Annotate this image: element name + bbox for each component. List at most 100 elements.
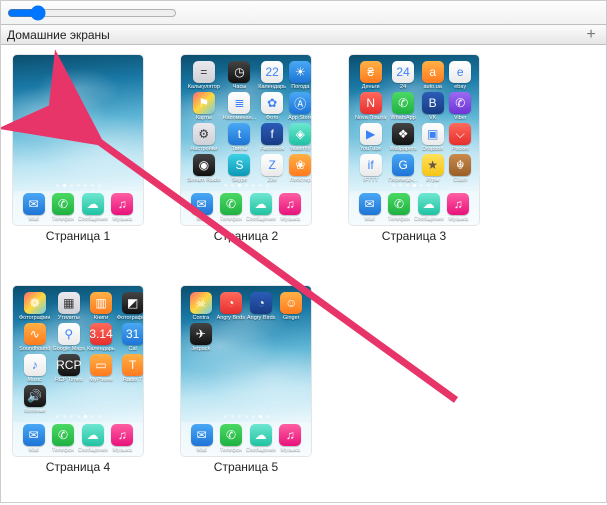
app-label: Игры <box>420 177 446 183</box>
app-icon[interactable]: ВVK <box>420 92 446 121</box>
app-icon-glyph: a <box>422 61 444 83</box>
app-icon-glyph: S <box>228 154 250 176</box>
app-icon-glyph: 3.14 <box>90 323 112 345</box>
add-page-button[interactable]: + <box>582 26 600 44</box>
zoom-slider[interactable] <box>7 5 177 21</box>
phone-screen: ₴Деньги2424aauto.uaeebay NNova Пошта✆What… <box>349 55 479 225</box>
app-icon[interactable]: ♫Музыка <box>279 193 301 222</box>
app-icon[interactable]: ◷Часы <box>223 61 257 90</box>
app-icon[interactable]: ✉Mail <box>23 193 45 222</box>
app-label: Jetpack <box>187 346 215 352</box>
app-icon[interactable]: ☀Погода <box>288 61 311 90</box>
app-icon[interactable]: ◉Stream Radio <box>187 154 221 183</box>
page-item[interactable]: ₴Деньги2424aauto.uaeebay NNova Пошта✆What… <box>349 55 479 262</box>
page-item[interactable]: =Калькулятор◷Часы22Календарь☀Погода ⚑Карт… <box>181 55 311 262</box>
app-icon[interactable]: ▶YouTube <box>355 123 386 152</box>
app-label: ebay <box>447 84 473 90</box>
app-icon[interactable]: eebay <box>447 61 473 90</box>
app-icon[interactable]: 2424 <box>388 61 418 90</box>
app-icon[interactable]: 22Календарь <box>258 61 286 90</box>
app-label: Сообщения <box>78 447 108 453</box>
app-icon[interactable]: ✆WhatsApp <box>388 92 418 121</box>
app-icon[interactable]: ✉Mail <box>191 193 213 222</box>
app-icon[interactable]: ◔Angry Birds <box>247 292 275 321</box>
app-icon[interactable]: ✆Телефон <box>52 193 75 222</box>
dock: ✉Mail ✆Телефон☁Сообщения♫Музыка <box>181 422 311 456</box>
app-icon[interactable]: ♪Music <box>19 354 50 383</box>
app-icon[interactable]: ✆Телефон <box>52 424 75 453</box>
app-icon[interactable]: ☁Сообщения <box>246 424 276 453</box>
app-icon[interactable]: 🔊Колонки <box>19 385 50 414</box>
app-icon[interactable]: ☁Сообщения <box>78 424 108 453</box>
app-icon[interactable]: ⒶApp Store <box>288 92 311 121</box>
app-label: Wallpapers <box>388 146 418 152</box>
app-icon[interactable]: ☺Ginger <box>277 292 305 321</box>
app-icon[interactable]: ✉Mail <box>23 424 45 453</box>
page-label: Страница 1 <box>13 229 143 243</box>
app-icon[interactable]: ◈Waterfly <box>288 123 311 152</box>
app-icon[interactable]: ★Игры <box>420 154 446 183</box>
app-label: Nova Пошта <box>355 115 386 121</box>
app-icon[interactable]: SSkype <box>223 154 257 183</box>
app-icon[interactable]: ✆Телефон <box>220 424 243 453</box>
app-icon[interactable]: ✿Фото <box>258 92 286 121</box>
app-icon[interactable]: NNova Пошта <box>355 92 386 121</box>
app-icon[interactable]: ✆Телефон <box>220 193 243 222</box>
app-icon[interactable]: ≣Напоминан... <box>223 92 257 121</box>
page-item[interactable]: ✉Mail ✆Телефон☁Сообщения♫Музыка Страница 1 <box>13 55 143 262</box>
app-icon-glyph: G <box>392 154 414 176</box>
dock: ✉Mail ✆Телефон☁Сообщения♫Музыка <box>13 422 143 456</box>
app-label: Pocket <box>447 146 473 152</box>
app-label: Калькулятор <box>187 84 221 90</box>
app-icon[interactable]: =Калькулятор <box>187 61 221 90</box>
app-icon[interactable]: GПереводч... <box>388 154 418 183</box>
app-icon[interactable]: aauto.ua <box>420 61 446 90</box>
app-icon[interactable]: ♫Музыка <box>279 424 301 453</box>
app-icon[interactable]: ☬Clash <box>447 154 473 183</box>
app-icon[interactable]: ♫Музыка <box>111 193 133 222</box>
app-icon[interactable]: ☁Сообщения <box>78 193 108 222</box>
page-item[interactable]: ❁Фотографии▦Утилиты▥Книги◩Фотографии ∿Sou… <box>13 286 143 493</box>
app-icon[interactable]: ▭MyPhone <box>87 354 115 383</box>
app-icon[interactable]: ☁Сообщения <box>414 193 444 222</box>
app-icon[interactable]: ✈Jetpack <box>187 323 215 352</box>
app-grid: ☠Contra◔Angry Birds◔Angry Birds☺Ginger✈J… <box>187 292 305 352</box>
page-item[interactable]: ☠Contra◔Angry Birds◔Angry Birds☺Ginger✈J… <box>181 286 311 493</box>
app-icon[interactable]: ⌵Pocket <box>447 123 473 152</box>
app-icon[interactable]: ifIFTTT <box>355 154 386 183</box>
app-icon-glyph: ◷ <box>228 61 250 83</box>
app-icon[interactable]: ♫Музыка <box>447 193 469 222</box>
app-icon[interactable]: ✉Mail <box>191 424 213 453</box>
app-icon[interactable]: ZZite <box>258 154 286 183</box>
app-icon[interactable]: ⚲Google Maps <box>52 323 85 352</box>
app-icon[interactable]: ☠Contra <box>187 292 215 321</box>
app-icon[interactable]: 3.14Календарь <box>87 323 115 352</box>
app-icon[interactable]: tТвиты <box>223 123 257 152</box>
app-icon[interactable]: ❖Wallpapers <box>388 123 418 152</box>
app-icon[interactable]: ✆Телефон <box>388 193 411 222</box>
app-icon[interactable]: ▣Dropbox <box>420 123 446 152</box>
app-icon[interactable]: ❀Лобстер <box>288 154 311 183</box>
app-icon[interactable]: ⚑Карты <box>187 92 221 121</box>
app-icon[interactable]: ✆Viber <box>447 92 473 121</box>
phone-screen: ❁Фотографии▦Утилиты▥Книги◩Фотографии ∿Sou… <box>13 286 143 456</box>
app-icon[interactable]: ₴Деньги <box>355 61 386 90</box>
app-icon[interactable]: ◔Angry Birds <box>217 292 245 321</box>
app-icon[interactable]: ❁Фотографии <box>19 292 50 321</box>
app-icon[interactable]: RCPRCP Times <box>52 354 85 383</box>
app-icon[interactable]: TRadio T <box>117 354 143 383</box>
app-icon[interactable]: ▥Книги <box>87 292 115 321</box>
app-icon[interactable]: ♫Музыка <box>111 424 133 453</box>
app-icon[interactable]: fFacebook <box>258 123 286 152</box>
app-icon[interactable]: ◩Фотографии <box>117 292 143 321</box>
app-label: Карты <box>187 115 221 121</box>
app-icon[interactable]: 31Cal <box>117 323 143 352</box>
section-title: Домашние экраны <box>7 28 110 42</box>
app-icon[interactable]: ⚙Настройки <box>187 123 221 152</box>
app-label: Переводч... <box>388 177 418 183</box>
app-icon[interactable]: ▦Утилиты <box>52 292 85 321</box>
app-icon[interactable]: ✉Mail <box>359 193 381 222</box>
app-icon[interactable]: ∿Soundhound <box>19 323 50 352</box>
app-icon-glyph: ✆ <box>220 424 242 446</box>
app-icon[interactable]: ☁Сообщения <box>246 193 276 222</box>
